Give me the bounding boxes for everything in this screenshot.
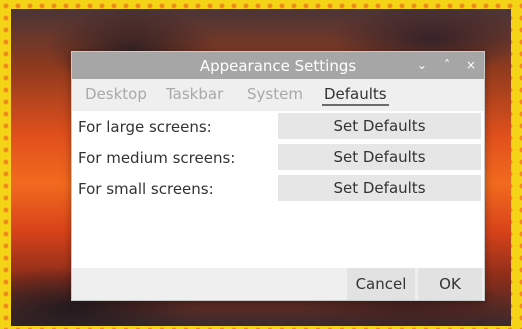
defaults-panel: For large screens: Set Defaults For medi… xyxy=(72,111,484,268)
tab-bar: Desktop Taskbar System Defaults xyxy=(72,79,484,111)
close-icon[interactable]: × xyxy=(462,56,480,74)
tab-taskbar[interactable]: Taskbar xyxy=(164,85,225,103)
set-defaults-small-button[interactable]: Set Defaults xyxy=(278,175,481,201)
tab-system[interactable]: System xyxy=(245,85,305,103)
medium-screens-label: For medium screens: xyxy=(78,149,236,167)
small-screens-label: For small screens: xyxy=(78,180,214,198)
cancel-button[interactable]: Cancel xyxy=(347,268,415,300)
ok-button[interactable]: OK xyxy=(418,268,482,300)
set-defaults-medium-button[interactable]: Set Defaults xyxy=(278,144,481,170)
tab-desktop[interactable]: Desktop xyxy=(83,85,149,103)
minimize-icon[interactable]: ⌄ xyxy=(413,56,431,74)
appearance-settings-dialog: Appearance Settings ⌄ ˄ × Desktop Taskba… xyxy=(71,51,485,301)
set-defaults-large-button[interactable]: Set Defaults xyxy=(278,113,481,139)
tab-defaults[interactable]: Defaults xyxy=(322,85,389,106)
maximize-icon[interactable]: ˄ xyxy=(438,56,456,74)
title-bar: Appearance Settings ⌄ ˄ × xyxy=(72,52,484,79)
dialog-footer: Cancel OK xyxy=(72,268,484,300)
large-screens-label: For large screens: xyxy=(78,118,212,136)
